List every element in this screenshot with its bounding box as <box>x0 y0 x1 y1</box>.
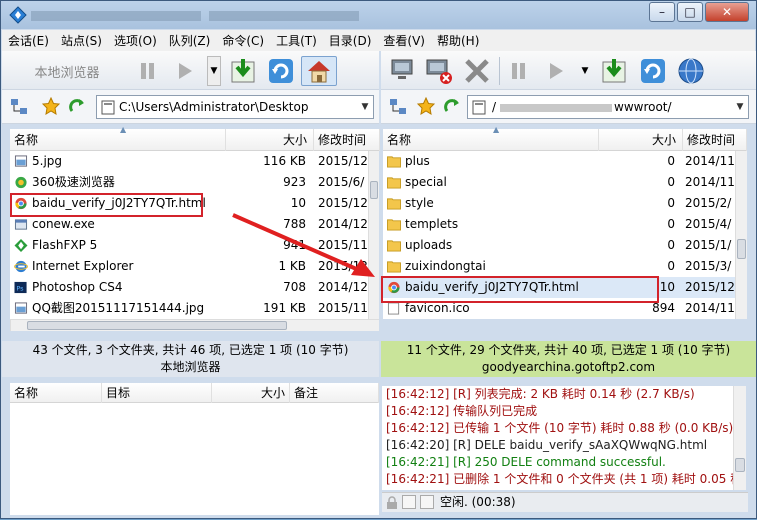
status-box <box>402 495 416 509</box>
queue-col-name[interactable]: 名称 <box>10 383 102 403</box>
log-line: [16:42:12] 已传输 1 个文件 (10 字节) 耗时 0.88 秒 (… <box>386 421 733 435</box>
lock-icon <box>387 496 397 509</box>
status-box <box>420 495 434 509</box>
queue-col-target[interactable]: 目标 <box>102 383 212 403</box>
log-panel: [16:42:12] [R] 列表完成: 2 KB 耗时 0.14 秒 (2.7… <box>382 386 733 490</box>
connection-status-bar: 空闲. (00:38) <box>382 492 748 512</box>
log-scrollbar[interactable] <box>733 386 746 490</box>
queue-header: 名称 目标 大小 备注 <box>10 383 379 403</box>
queue-col-size[interactable]: 大小 <box>212 383 290 403</box>
queue-col-notes[interactable]: 备注 <box>290 383 379 403</box>
log-line: [16:42:12] 传输队列已完成 <box>386 404 538 418</box>
flashfxp-window: – □ ✕ 会话(E) 站点(S) 选项(O) 队列(Z) 命令(C) 工具(T… <box>0 0 757 519</box>
log-line: [16:42:21] [R] 250 DELE command successf… <box>386 455 666 469</box>
log-line: [16:42:20] [R] DELE baidu_verify_sAaXQWw… <box>386 438 708 452</box>
log-line: [16:42:21] 已删除 1 个文件和 0 个文件夹 (共 1 项) 耗时 … <box>386 472 733 486</box>
log-line: [16:42:12] [R] 列表完成: 2 KB 耗时 0.14 秒 (2.7… <box>386 387 695 401</box>
queue-list <box>10 403 379 515</box>
scroll-thumb[interactable] <box>735 458 745 472</box>
